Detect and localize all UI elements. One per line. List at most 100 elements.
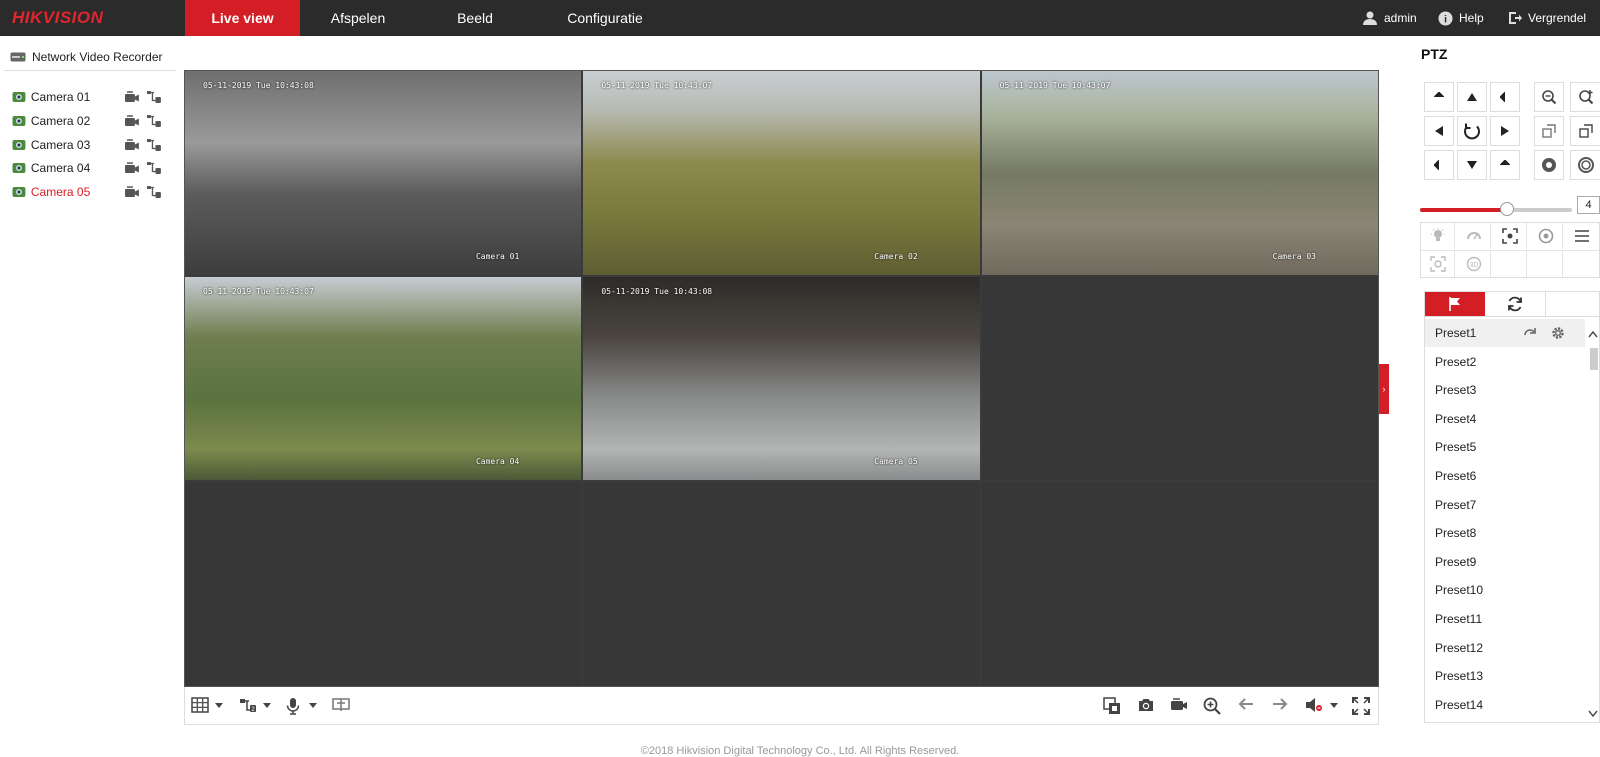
preset-item[interactable]: Preset13 (1425, 662, 1585, 690)
iris-open-button[interactable] (1534, 150, 1564, 180)
nav-tab-live-view[interactable]: Live view (185, 0, 300, 36)
preset-item[interactable]: Preset2 (1425, 348, 1585, 376)
manual-tracking-button[interactable] (1421, 251, 1455, 277)
preset-item[interactable]: Preset12 (1425, 634, 1585, 662)
light-button[interactable] (1421, 223, 1455, 249)
call-preset-icon[interactable] (1523, 326, 1537, 340)
video-tile-4[interactable]: 05-11-2019 Tue 10:43:07 Camera 04 (185, 276, 582, 481)
preset-item[interactable]: Preset6 (1425, 462, 1585, 490)
ptz-right-button[interactable] (1490, 116, 1520, 146)
preset-item[interactable]: Preset1 (1425, 319, 1585, 347)
iris-close-button[interactable] (1570, 150, 1600, 180)
record-icon[interactable] (124, 161, 140, 175)
lens-init-button[interactable] (1529, 223, 1563, 249)
nav-tab-afspelen[interactable]: Afspelen (300, 0, 416, 36)
gear-icon[interactable] (1551, 326, 1565, 340)
preset-item[interactable]: Preset10 (1425, 576, 1585, 604)
video-tile-2[interactable]: 05-11-2019 Tue 10:43:07 Camera 02 (583, 71, 980, 275)
stream-switch-icon[interactable] (146, 161, 162, 175)
video-tile-8[interactable] (583, 482, 980, 686)
preset-item[interactable]: Preset11 (1425, 605, 1585, 633)
preset-scroll-thumb[interactable] (1590, 348, 1598, 370)
preset-list-scrollbar[interactable] (1588, 326, 1598, 722)
ptz-down-right-button[interactable] (1490, 150, 1520, 180)
focus-near-button[interactable] (1534, 116, 1564, 146)
ptz-auto-pan-button[interactable] (1457, 116, 1487, 146)
stream-switch-icon[interactable] (146, 138, 162, 152)
user-menu[interactable]: admin (1362, 0, 1417, 36)
logout-button[interactable]: Vergrendel (1508, 0, 1586, 36)
layout-dropdown-caret[interactable] (215, 703, 223, 708)
video-tile-7[interactable] (185, 482, 582, 686)
ptz-down-button[interactable] (1457, 150, 1487, 180)
nav-tab-configuratie[interactable]: Configuratie (534, 0, 676, 36)
record-icon[interactable] (124, 138, 140, 152)
video-tile-1[interactable]: 05-11-2019 Tue 10:43:08 Camera 01 (185, 71, 582, 275)
fullscreen-button[interactable] (1352, 697, 1372, 715)
focus-far-button[interactable] (1570, 116, 1600, 146)
record-icon[interactable] (124, 185, 140, 199)
ptz-up-button[interactable] (1457, 82, 1487, 112)
preset-item[interactable]: Preset14 (1425, 691, 1585, 719)
ptz-speed-knob[interactable] (1499, 202, 1514, 216)
previous-page-button[interactable] (1237, 697, 1257, 715)
stream-switch-icon[interactable] (146, 114, 162, 128)
preset-item[interactable]: Preset5 (1425, 433, 1585, 461)
video-tile-9[interactable] (981, 482, 1378, 686)
stream-switch-icon[interactable] (146, 90, 162, 104)
nav-tab-beeld[interactable]: Beeld (416, 0, 534, 36)
tree-camera-5[interactable]: Camera 05 (12, 182, 162, 202)
next-page-button[interactable] (1271, 697, 1291, 715)
help-button[interactable]: i Help (1438, 0, 1484, 36)
ptz-speed-slider[interactable] (1420, 202, 1572, 216)
volume-dropdown-caret[interactable] (1330, 703, 1338, 708)
zoom-in-button[interactable] (1570, 82, 1600, 112)
tree-camera-2[interactable]: Camera 02 (12, 111, 162, 131)
stream-dropdown-caret[interactable] (263, 703, 271, 708)
preset-item[interactable]: Preset3 (1425, 376, 1585, 404)
capture-button[interactable] (1137, 697, 1157, 715)
record-icon[interactable] (124, 114, 140, 128)
tree-root-nvr[interactable]: Network Video Recorder (10, 50, 163, 64)
two-way-audio-button[interactable] (285, 697, 305, 715)
ptz-lock-button[interactable] (332, 697, 352, 715)
video-tile-5[interactable]: 05-11-2019 Tue 10:43:08 Camera 05 (583, 276, 980, 481)
zoom-in-icon (1578, 90, 1593, 105)
video-tile-6[interactable] (981, 276, 1378, 481)
3d-positioning-button[interactable]: 3D (1457, 251, 1491, 277)
preset-item[interactable]: Preset8 (1425, 519, 1585, 547)
ptz-down-left-button[interactable] (1424, 150, 1454, 180)
window-layout-button[interactable] (191, 697, 211, 715)
tab-patrols[interactable] (1485, 292, 1545, 316)
zoom-out-button[interactable] (1534, 82, 1564, 112)
wiper-button[interactable] (1457, 223, 1491, 249)
preset-label: Preset3 (1435, 383, 1477, 398)
tree-camera-1[interactable]: Camera 01 (12, 87, 162, 107)
ptz-up-left-button[interactable] (1424, 82, 1454, 112)
tab-presets[interactable] (1425, 292, 1485, 316)
ptz-panel-toggle[interactable]: › (1379, 364, 1389, 414)
preset-item[interactable]: Preset9 (1425, 548, 1585, 576)
ptz-left-button[interactable] (1424, 116, 1454, 146)
stop-all-preview-button[interactable] (1103, 697, 1123, 715)
digital-zoom-button[interactable] (1203, 697, 1223, 715)
ptz-menu-button[interactable] (1565, 223, 1599, 249)
stream-type-button[interactable]: 2 (239, 697, 259, 715)
stream-switch-icon[interactable] (146, 185, 162, 199)
tab-pattern[interactable] (1545, 292, 1600, 316)
ptz-up-right-button[interactable] (1490, 82, 1520, 112)
iris-open-icon (1542, 158, 1556, 172)
preset-item[interactable]: Preset4 (1425, 405, 1585, 433)
tree-camera-3[interactable]: Camera 03 (12, 135, 162, 155)
volume-button[interactable] (1305, 697, 1325, 715)
video-tile-3[interactable]: 05-11-2019 Tue 10:43:07 Camera 03 (981, 71, 1378, 275)
tree-camera-label: Camera 01 (30, 90, 91, 104)
arrow-left-icon (1238, 698, 1253, 710)
ptz-function-slot-empty-1 (1493, 251, 1527, 277)
tree-camera-4[interactable]: Camera 04 (12, 158, 162, 178)
preset-item[interactable]: Preset7 (1425, 491, 1585, 519)
audio-dropdown-caret[interactable] (309, 703, 317, 708)
record-icon[interactable] (124, 90, 140, 104)
record-all-button[interactable] (1170, 697, 1190, 715)
auxiliary-focus-button[interactable] (1493, 223, 1527, 249)
